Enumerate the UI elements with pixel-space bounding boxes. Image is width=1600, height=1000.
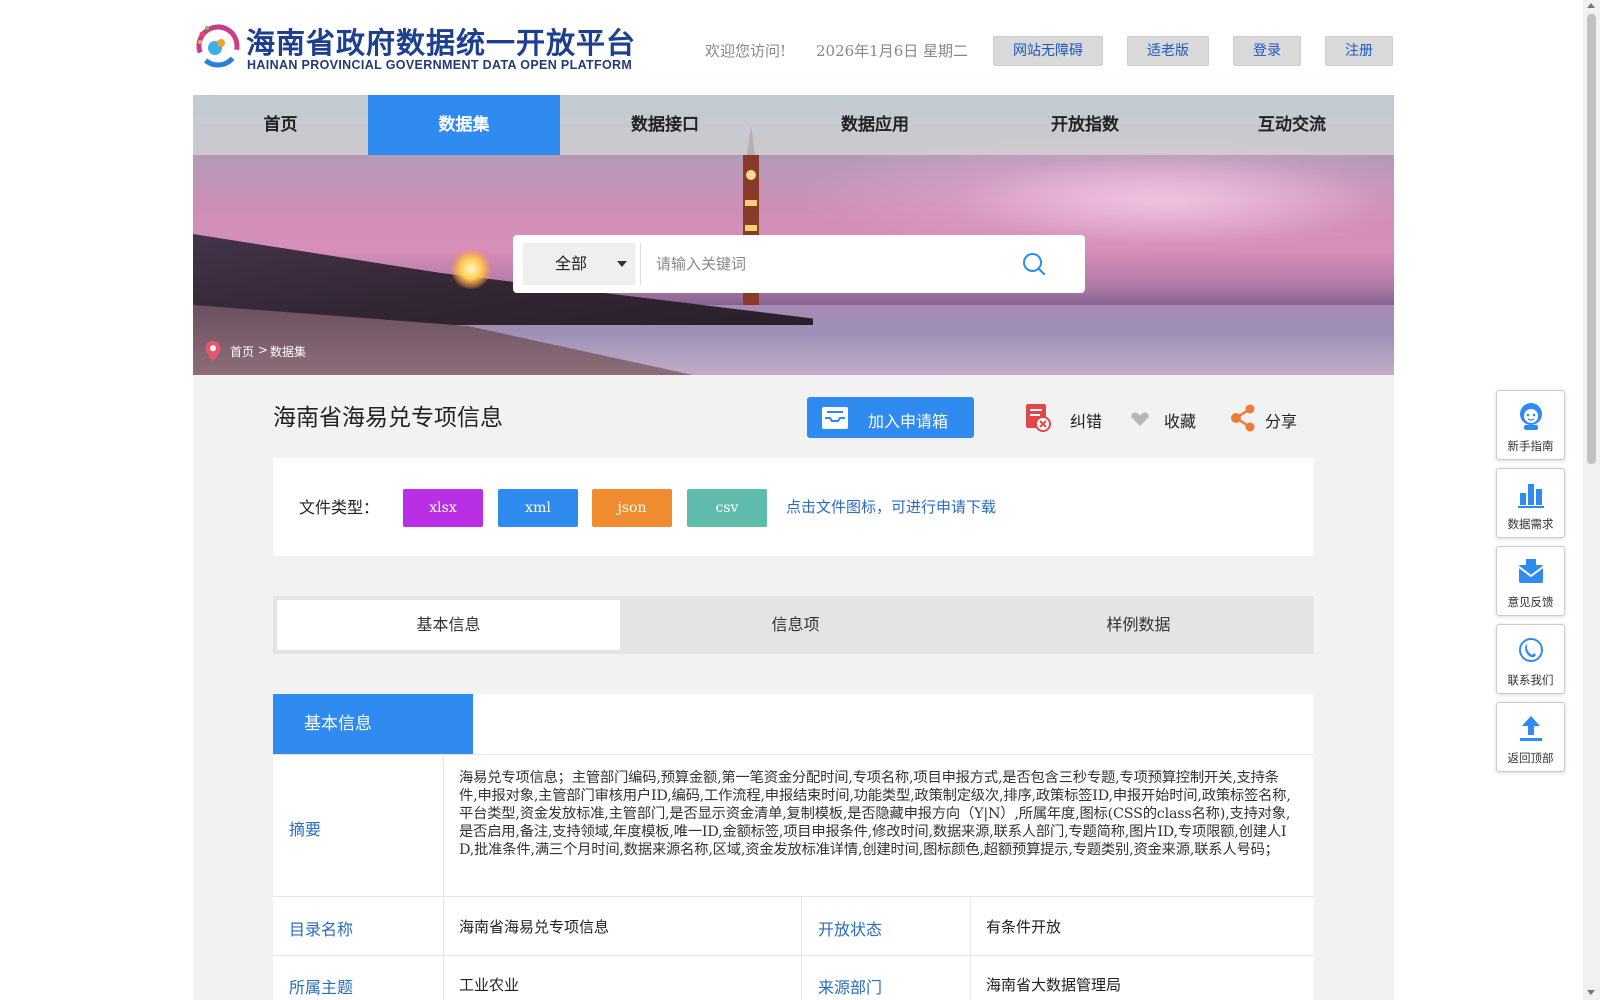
apply-button-label: 加入申请箱 bbox=[868, 412, 949, 431]
search-divider bbox=[640, 243, 641, 285]
source-dept-value: 海南省大数据管理局 bbox=[986, 976, 1122, 994]
basic-info-heading: 基本信息 bbox=[273, 694, 473, 754]
breadcrumb-current[interactable]: 数据集 bbox=[270, 343, 306, 360]
abstract-label: 摘要 bbox=[289, 820, 322, 839]
report-error-button[interactable]: 纠错 bbox=[1024, 403, 1104, 433]
float-guide-button[interactable]: 新手指南 bbox=[1496, 390, 1565, 460]
main-nav: 首页 数据集 数据接口 数据应用 开放指数 互动交流 bbox=[193, 95, 1394, 155]
search-input[interactable] bbox=[656, 249, 996, 279]
divider bbox=[273, 955, 1314, 956]
add-to-apply-box-button[interactable]: 加入申请箱 bbox=[807, 397, 974, 438]
location-pin-icon bbox=[205, 341, 221, 361]
float-contact-button[interactable]: 联系我们 bbox=[1496, 624, 1565, 694]
open-status-value: 有条件开放 bbox=[986, 918, 1062, 936]
heart-icon bbox=[1131, 412, 1149, 426]
bar-chart-icon bbox=[1518, 484, 1544, 508]
file-types-panel: 文件类型： xlsx xml json csv 点击文件图标，可进行申请下载 bbox=[273, 458, 1314, 556]
breadcrumb-separator: > bbox=[258, 343, 269, 357]
elderly-mode-button[interactable]: 适老版 bbox=[1127, 36, 1209, 66]
file-type-json[interactable]: json bbox=[592, 489, 672, 527]
nav-data-apps[interactable]: 数据应用 bbox=[770, 95, 980, 155]
search-box: 全部 bbox=[513, 235, 1085, 293]
tab-basic-info[interactable]: 基本信息 bbox=[277, 600, 620, 650]
scroll-down-arrow-icon[interactable] bbox=[1587, 990, 1595, 995]
logo-title: 海南省政府数据统一开放平台 bbox=[246, 26, 637, 60]
welcome-text: 欢迎您访问! bbox=[705, 42, 787, 60]
site-header: 海南省政府数据统一开放平台 HAINAN PROVINCIAL GOVERNME… bbox=[0, 0, 1600, 95]
dataset-title: 海南省海易兑专项信息 bbox=[273, 405, 503, 431]
accessible-button[interactable]: 网站无障碍 bbox=[993, 36, 1103, 66]
scrollbar-thumb[interactable] bbox=[1587, 14, 1596, 464]
tab-info-items[interactable]: 信息项 bbox=[624, 600, 967, 650]
logo-subtitle: HAINAN PROVINCIAL GOVERNMENT DATA OPEN P… bbox=[247, 58, 633, 72]
phone-icon bbox=[1519, 638, 1543, 662]
share-icon bbox=[1231, 404, 1255, 432]
mail-icon bbox=[1518, 559, 1544, 583]
upload-arrow-icon bbox=[1520, 716, 1542, 741]
inbox-icon bbox=[822, 407, 848, 429]
file-types-label: 文件类型： bbox=[299, 498, 380, 517]
search-scope-value: 全部 bbox=[555, 254, 588, 273]
float-data-demand-button[interactable]: 数据需求 bbox=[1496, 468, 1565, 538]
date-text: 2026年1月6日 星期二 bbox=[816, 42, 969, 60]
nav-open-index[interactable]: 开放指数 bbox=[980, 95, 1190, 155]
guide-icon bbox=[1520, 403, 1542, 430]
float-data-demand-label: 数据需求 bbox=[1507, 517, 1554, 531]
breadcrumb-home[interactable]: 首页 bbox=[230, 343, 254, 360]
search-icon[interactable] bbox=[1021, 251, 1047, 277]
scroll-up-arrow-icon[interactable] bbox=[1587, 3, 1595, 8]
divider bbox=[443, 754, 444, 1000]
search-scope-select[interactable]: 全部 bbox=[523, 243, 635, 285]
logo-icon bbox=[196, 24, 240, 68]
catalog-name-label: 目录名称 bbox=[289, 920, 354, 939]
divider bbox=[273, 754, 1314, 755]
share-button[interactable]: 分享 bbox=[1229, 403, 1301, 433]
detail-tabs: 基本信息 信息项 样例数据 bbox=[273, 596, 1314, 654]
divider bbox=[970, 896, 971, 1000]
file-type-xml[interactable]: xml bbox=[498, 489, 578, 527]
nav-data-api[interactable]: 数据接口 bbox=[560, 95, 770, 155]
float-contact-label: 联系我们 bbox=[1507, 673, 1554, 687]
site-logo[interactable]: 海南省政府数据统一开放平台 HAINAN PROVINCIAL GOVERNME… bbox=[194, 20, 644, 76]
open-status-label: 开放状态 bbox=[818, 920, 883, 939]
favorite-label: 收藏 bbox=[1164, 412, 1197, 431]
chevron-down-icon bbox=[617, 261, 627, 267]
float-back-to-top-button[interactable]: 返回顶部 bbox=[1496, 702, 1565, 772]
favorite-button[interactable]: 收藏 bbox=[1130, 403, 1202, 433]
abstract-text: 海易兑专项信息；主管部门编码,预算金额,第一笔资金分配时间,专项名称,项目申报方… bbox=[459, 770, 1291, 858]
page-scrollbar[interactable] bbox=[1583, 0, 1600, 1000]
float-feedback-button[interactable]: 意见反馈 bbox=[1496, 546, 1565, 616]
report-error-icon bbox=[1026, 404, 1051, 432]
theme-value: 工业农业 bbox=[459, 976, 520, 994]
float-feedback-label: 意见反馈 bbox=[1507, 595, 1554, 609]
nav-datasets[interactable]: 数据集 bbox=[368, 95, 560, 155]
file-type-xlsx[interactable]: xlsx bbox=[403, 489, 483, 527]
source-dept-label: 来源部门 bbox=[818, 978, 883, 997]
float-guide-label: 新手指南 bbox=[1507, 439, 1554, 453]
report-error-label: 纠错 bbox=[1070, 412, 1103, 431]
register-button[interactable]: 注册 bbox=[1325, 36, 1393, 66]
divider bbox=[273, 896, 1314, 897]
nav-interaction[interactable]: 互动交流 bbox=[1190, 95, 1394, 155]
theme-label: 所属主题 bbox=[289, 978, 354, 997]
basic-info-panel: 基本信息 摘要 海易兑专项信息；主管部门编码,预算金额,第一笔资金分配时间,专项… bbox=[273, 694, 1314, 1000]
share-label: 分享 bbox=[1265, 412, 1298, 431]
catalog-name-value: 海南省海易兑专项信息 bbox=[459, 918, 610, 936]
divider bbox=[801, 896, 802, 1000]
float-back-to-top-label: 返回顶部 bbox=[1507, 751, 1554, 765]
login-button[interactable]: 登录 bbox=[1233, 36, 1301, 66]
download-hint: 点击文件图标，可进行申请下载 bbox=[786, 498, 997, 516]
nav-home[interactable]: 首页 bbox=[193, 95, 368, 155]
file-type-csv[interactable]: csv bbox=[687, 489, 767, 527]
tab-sample-data[interactable]: 样例数据 bbox=[967, 600, 1310, 650]
